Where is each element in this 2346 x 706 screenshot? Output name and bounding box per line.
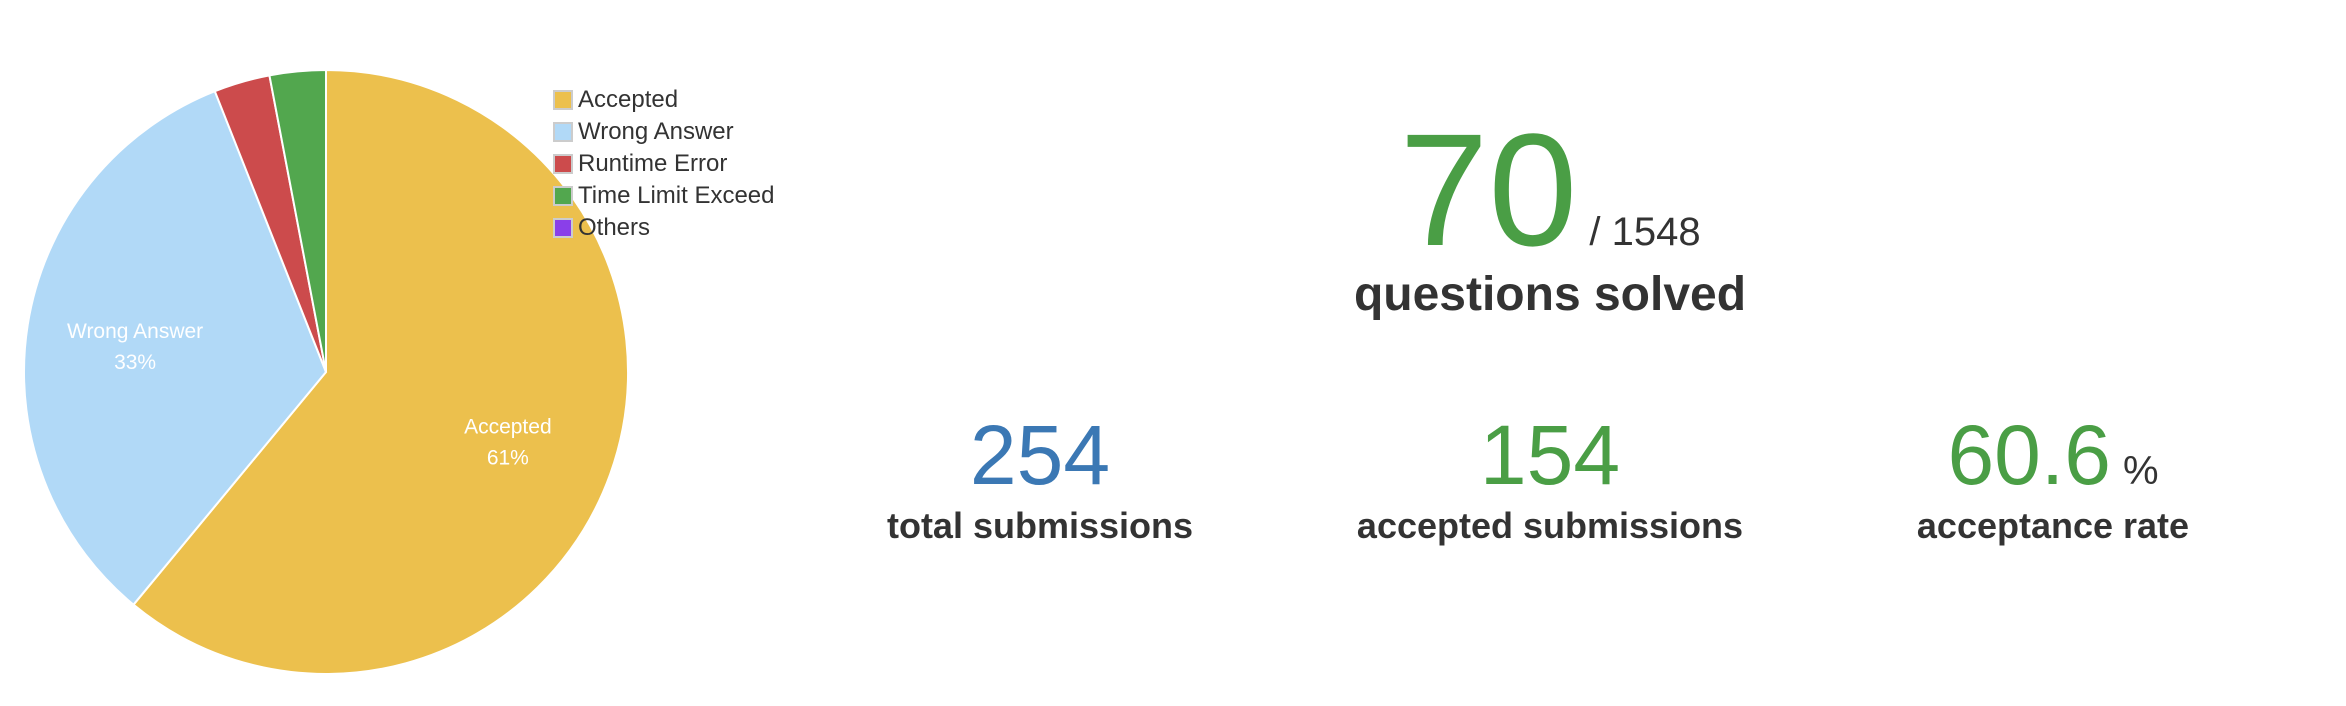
- legend-swatch: [553, 218, 573, 238]
- stat-suffix: %: [2122, 449, 2159, 493]
- stat-label: acceptance rate: [1916, 505, 2190, 546]
- stat-label: total submissions: [886, 505, 1194, 546]
- legend-swatch: [553, 90, 573, 110]
- solved-count: 70: [1399, 100, 1578, 279]
- stat-value: 254: [969, 408, 1111, 502]
- questions-solved-block: 70 / 1548 questions solved: [1220, 105, 1880, 322]
- total-submissions-stat: 254 total submissions: [790, 405, 1290, 547]
- stats-panel: 70 / 1548 questions solved 254 total sub…: [820, 0, 2346, 706]
- solved-label: questions solved: [1353, 268, 1747, 321]
- legend-swatch: [553, 186, 573, 206]
- legend-item-time-limit-exceed[interactable]: Time Limit Exceed: [553, 180, 775, 212]
- chart-legend: Accepted Wrong Answer Runtime Error Time…: [553, 84, 775, 244]
- solved-total: / 1548: [1589, 210, 1701, 254]
- legend-label: Others: [578, 214, 651, 241]
- slice-percent-label: 33%: [114, 351, 156, 374]
- legend-item-wrong-answer[interactable]: Wrong Answer: [553, 116, 775, 148]
- legend-item-accepted[interactable]: Accepted: [553, 84, 775, 116]
- slice-data-label: Accepted: [464, 415, 552, 438]
- legend-label: Runtime Error: [578, 150, 728, 177]
- stat-value: 154: [1479, 408, 1621, 502]
- legend-item-others[interactable]: Others: [553, 212, 775, 244]
- slice-data-label: Wrong Answer: [67, 320, 203, 343]
- stat-value: 60.6: [1947, 408, 2111, 502]
- acceptance-rate-stat: 60.6 % acceptance rate: [1803, 405, 2303, 547]
- legend-label: Time Limit Exceed: [578, 182, 775, 209]
- legend-swatch: [553, 122, 573, 142]
- slice-percent-label: 61%: [487, 446, 529, 469]
- legend-label: Wrong Answer: [578, 118, 734, 145]
- legend-item-runtime-error[interactable]: Runtime Error: [553, 148, 775, 180]
- accepted-submissions-stat: 154 accepted submissions: [1300, 405, 1800, 547]
- stat-label: accepted submissions: [1356, 505, 1744, 546]
- legend-label: Accepted: [578, 86, 679, 113]
- legend-swatch: [553, 154, 573, 174]
